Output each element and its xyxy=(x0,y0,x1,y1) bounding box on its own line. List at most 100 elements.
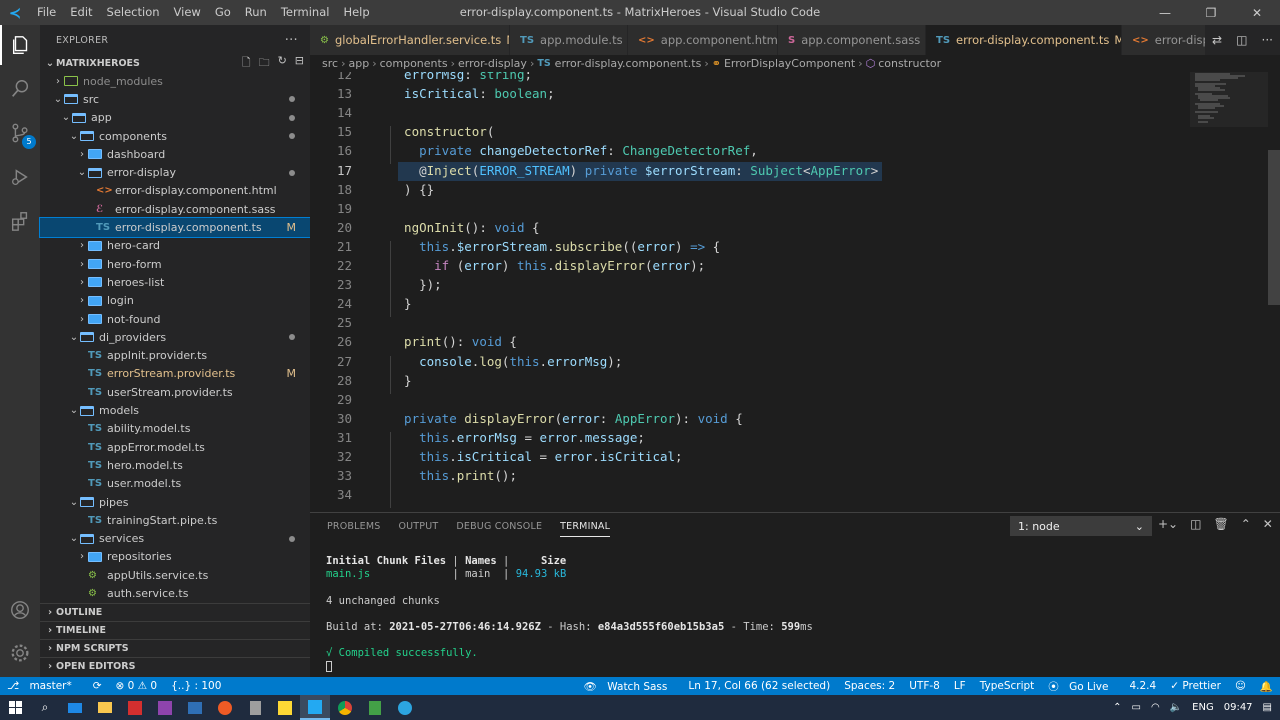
breadcrumb-app[interactable]: app xyxy=(348,57,369,70)
editor-tab[interactable]: <>error-display xyxy=(1122,25,1217,55)
tree-item[interactable]: TS trainingStart.pipe.ts xyxy=(40,511,310,529)
settings-gear-icon[interactable] xyxy=(0,633,40,673)
account-icon[interactable] xyxy=(0,590,40,630)
action-center-icon[interactable]: ▤ xyxy=(1263,702,1272,713)
tree-item[interactable]: › hero-card xyxy=(40,237,310,255)
language-indicator[interactable]: ENG xyxy=(1192,702,1214,713)
trash-icon[interactable]: 🗑 xyxy=(1213,517,1228,531)
sticky-notes-app-icon[interactable] xyxy=(270,695,300,720)
tag-counter[interactable]: {..} : 100 xyxy=(164,680,228,692)
explorer-icon[interactable] xyxy=(0,25,40,65)
breadcrumb-src[interactable]: src xyxy=(322,57,338,70)
tree-item[interactable]: ⌄ error-display xyxy=(40,164,310,182)
tree-item[interactable]: ⌄ pipes xyxy=(40,493,310,511)
telegram-app-icon[interactable] xyxy=(390,695,420,720)
search-icon[interactable] xyxy=(0,69,40,109)
tree-item[interactable]: ℰerror-display.component.sass xyxy=(40,200,310,218)
clock[interactable]: 09:47 xyxy=(1224,702,1253,713)
outline-section[interactable]: › OUTLINE xyxy=(40,603,310,621)
ts-version[interactable]: 4.2.4 xyxy=(1122,680,1163,692)
go-live-button[interactable]: ⦿ Go Live xyxy=(1041,679,1122,694)
watch-sass-button[interactable]: 👁 Watch Sass xyxy=(577,680,682,693)
tree-item[interactable]: ⌄ di_providers xyxy=(40,328,310,346)
breadcrumb-file[interactable]: error-display.component.ts xyxy=(555,57,702,70)
feedback-icon[interactable]: ☺ xyxy=(1228,680,1253,692)
tree-item[interactable]: › hero-form xyxy=(40,255,310,273)
new-terminal-icon[interactable]: +⌄ xyxy=(1158,517,1178,531)
sync-icon[interactable]: ⟳ xyxy=(86,680,109,692)
tree-item[interactable]: TS userStream.provider.ts xyxy=(40,383,310,401)
terminal-select[interactable]: 1: node ⌄ xyxy=(1010,516,1152,536)
menu-terminal[interactable]: Terminal xyxy=(274,0,337,25)
menu-help[interactable]: Help xyxy=(336,0,376,25)
cursor-position[interactable]: Ln 17, Col 66 (62 selected) xyxy=(681,680,837,692)
tree-item[interactable]: ⌄ models xyxy=(40,401,310,419)
close-panel-icon[interactable]: ✕ xyxy=(1263,517,1273,531)
editor-tab[interactable]: TS error-display.component.ts M xyxy=(926,25,1122,55)
menu-file[interactable]: File xyxy=(30,0,63,25)
split-terminal-icon[interactable]: ◫ xyxy=(1190,517,1201,531)
chrome-app-icon[interactable] xyxy=(330,695,360,720)
tree-item[interactable]: TS ability.model.ts xyxy=(40,420,310,438)
minimize-button[interactable]: — xyxy=(1142,0,1188,25)
mail-app-icon[interactable] xyxy=(60,695,90,720)
tab-terminal[interactable]: TERMINAL xyxy=(560,521,611,537)
wifi-icon[interactable]: ◠ xyxy=(1151,702,1160,713)
terminal-output[interactable]: Initial Chunk Files | Names | Size main.… xyxy=(326,555,813,676)
volume-icon[interactable]: 🔈 xyxy=(1170,702,1182,713)
branch-indicator[interactable]: ⎇ master* xyxy=(0,680,86,692)
calculator-app-icon[interactable] xyxy=(240,695,270,720)
maximize-button[interactable]: ❐ xyxy=(1188,0,1234,25)
tree-item[interactable]: <> error-display.component.html xyxy=(40,182,310,200)
vscode-app-icon[interactable] xyxy=(300,695,330,720)
more-actions-icon[interactable]: ··· xyxy=(285,33,298,48)
maximize-panel-icon[interactable]: ⌃ xyxy=(1241,517,1251,531)
minimap[interactable] xyxy=(1190,72,1268,512)
tree-item[interactable]: › not-found xyxy=(40,310,310,328)
source-control-icon[interactable]: 5 xyxy=(0,113,40,153)
tab-output[interactable]: OUTPUT xyxy=(398,521,438,532)
visual-studio-app-icon[interactable] xyxy=(150,695,180,720)
tree-item[interactable]: ⌄ components xyxy=(40,127,310,145)
new-folder-icon[interactable]: 🗀 xyxy=(259,54,270,73)
more-editor-actions-icon[interactable]: ··· xyxy=(1262,33,1273,47)
tree-item[interactable]: ⌄ src xyxy=(40,90,310,108)
editor-tab[interactable]: Sapp.component.sass xyxy=(778,25,926,55)
timeline-section[interactable]: › TIMELINE xyxy=(40,621,310,639)
tree-item[interactable]: TS user.model.ts xyxy=(40,475,310,493)
windows-start-icon[interactable] xyxy=(0,695,30,720)
prettier-status[interactable]: ✓ Prettier xyxy=(1163,680,1228,692)
tree-item[interactable]: TS hero.model.ts xyxy=(40,456,310,474)
editor-scrollbar[interactable] xyxy=(1268,150,1280,305)
open-editors-section[interactable]: › OPEN EDITORS xyxy=(40,657,310,675)
postman-app-icon[interactable] xyxy=(210,695,240,720)
tab-debug-console[interactable]: DEBUG CONSOLE xyxy=(456,521,542,532)
tree-item[interactable]: TS appError.model.ts xyxy=(40,438,310,456)
language-mode[interactable]: TypeScript xyxy=(973,680,1042,692)
tree-item[interactable]: TS errorStream.provider.ts M xyxy=(40,365,310,383)
acrobat-app-icon[interactable] xyxy=(120,695,150,720)
tab-problems[interactable]: PROBLEMS xyxy=(327,521,380,532)
notepad-app-icon[interactable] xyxy=(360,695,390,720)
tree-item[interactable]: › repositories xyxy=(40,548,310,566)
breadcrumb-class[interactable]: ErrorDisplayComponent xyxy=(724,57,855,70)
end-of-line[interactable]: LF xyxy=(947,680,973,692)
editor-tab[interactable]: <> app.component.html xyxy=(628,25,778,55)
compare-changes-icon[interactable]: ⇄ xyxy=(1212,33,1222,47)
powershell-app-icon[interactable] xyxy=(180,695,210,720)
menu-selection[interactable]: Selection xyxy=(100,0,167,25)
tree-item[interactable]: ⌄ services xyxy=(40,530,310,548)
tree-item[interactable]: › heroes-list xyxy=(40,273,310,291)
close-button[interactable]: ✕ xyxy=(1234,0,1280,25)
split-editor-icon[interactable]: ◫ xyxy=(1236,33,1247,47)
breadcrumb-error-display[interactable]: error-display xyxy=(458,57,527,70)
tray-chevron-icon[interactable]: ⌃ xyxy=(1113,702,1121,713)
taskbar-search-icon[interactable]: ⌕ xyxy=(30,695,60,720)
collapse-all-icon[interactable]: ⊟ xyxy=(295,54,304,73)
tree-item[interactable]: › dashboard xyxy=(40,145,310,163)
file-explorer-app-icon[interactable] xyxy=(90,695,120,720)
encoding[interactable]: UTF-8 xyxy=(902,680,947,692)
workspace-root[interactable]: ⌄ MATRIXHEROES 🗋 🗀 ↻ ⊟ xyxy=(40,54,310,72)
tree-item[interactable]: ⚙ auth.service.ts xyxy=(40,584,310,602)
refresh-icon[interactable]: ↻ xyxy=(278,54,287,73)
